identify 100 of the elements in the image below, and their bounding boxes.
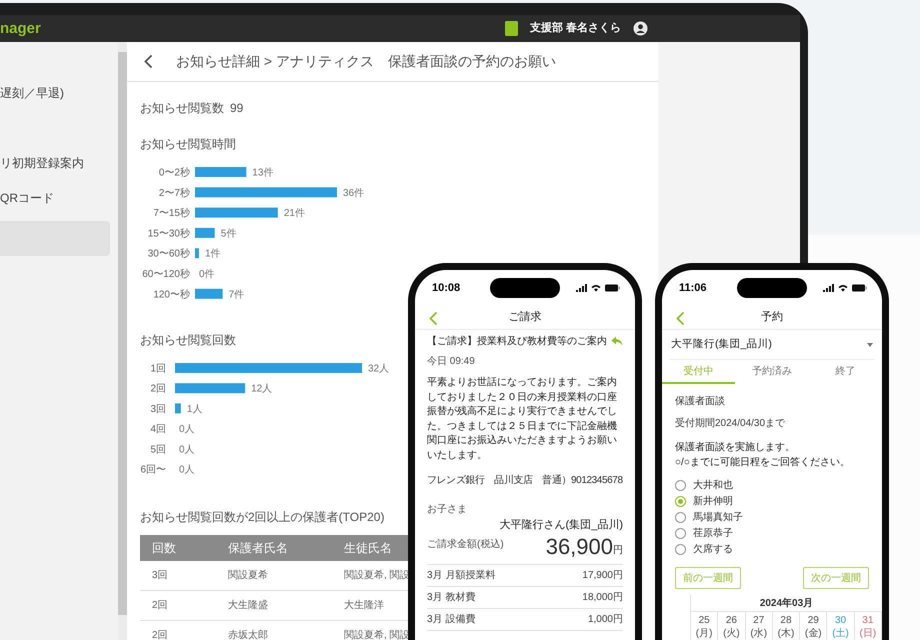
back-icon[interactable] [144,55,152,68]
axis-label: 60〜120秒 [142,269,190,280]
column-header: 生徒氏名 [343,540,393,557]
calendar-day[interactable]: 28 (木) [772,612,800,640]
sidebar-item[interactable]: リ初期登録案内 [0,145,118,180]
bank-account: フレンズ銀行 品川支店 普通）9012345678 [427,474,623,488]
table-cell-text: 2回 [151,629,169,640]
bar [175,383,246,394]
battery-icon [852,284,867,292]
sidebar-item[interactable]: QRコード [0,180,118,215]
data-label: 1件 [204,248,220,260]
option-label[interactable]: 欠席する [693,542,733,556]
axis-label: 5回 [150,444,166,456]
tab[interactable]: 終了 [808,360,882,384]
data-label: 0人 [179,464,195,476]
data-label: 7件 [228,289,244,300]
status-time: 10:08 [432,280,460,296]
table-title: お知らせ閲覧回数が2回以上の保護者(TOP20) [140,510,384,524]
option-label[interactable]: 大井和也 [693,478,733,492]
axis-label: 3回 [150,404,166,415]
amount-label: ご請求金額(税込) [427,538,504,552]
child-label: お子さま [427,503,468,517]
bar [195,248,199,258]
wifi-icon [591,284,601,292]
axis-label: 7〜15秒 [153,208,190,220]
views-count: 99 [230,100,244,117]
screen-title: ご請求 [508,310,542,326]
data-label: 5件 [220,228,236,240]
fee-name: 3月 教材費 [427,590,476,604]
reply-icon[interactable] [611,336,623,346]
tab[interactable]: 予約済み [735,360,809,384]
screen-title: 予約 [761,310,783,326]
signal-icon [823,284,834,292]
calendar-day[interactable]: 25 (月) [691,612,718,640]
deadline-text: 受付期間2024/04/30まで [675,416,786,430]
data-label: 1人 [186,404,202,415]
option-label[interactable]: 馬場真知子 [693,510,743,524]
chart-title: お知らせ閲覧時間 [140,137,236,151]
signal-icon [576,284,587,292]
radio-button[interactable] [675,512,686,522]
status-time: 11:06 [679,280,707,296]
app-name: nager [0,21,42,36]
table-cell-text: 関設夏希, 関設 [343,628,408,640]
sidebar-item[interactable]: 遅刻／早退) [0,75,118,110]
page-title: お知らせ詳細 > アナリティクス 保護者面談の予約のお願い [176,52,556,71]
event-message: 保護者面談を実施します。 ○/○までに可能日程をご回答ください。 [675,440,851,470]
user-icon[interactable] [633,21,648,36]
axis-label: 2〜7秒 [158,188,190,199]
message-date: 今日 09:49 [427,354,476,368]
calendar-day[interactable]: 29 (金) [800,612,828,640]
radio-button[interactable] [675,528,686,538]
child-name: 大平隆行さん(集団_品川) [500,518,623,533]
fee-amount: 18,000円 [582,590,623,604]
axis-label: 15〜30秒 [148,228,190,240]
bar [195,288,223,299]
table-cell-text: 大生隆洋 [343,598,385,613]
table-cell-text: 2回 [151,599,169,613]
option-label[interactable]: 荏原恭子 [693,526,733,540]
axis-label: 0〜2秒 [158,168,190,178]
wifi-icon [838,284,848,292]
scrollbar[interactable] [118,52,127,615]
column-header: 保護者氏名 [227,540,289,557]
user-name: 支援部 春名さくら [530,20,621,36]
caret-icon [867,342,873,346]
axis-label: 4回 [150,424,166,436]
currency-label: 円 [613,544,623,558]
message-body: 平素よりお世話になっております。ご案内しておりました２０日の来月授業料の口座振替が残高不足により実行できませんでした。つきましては２５日までに下記金融機関口座にお振込みいただきますようお願いいたします。 [427,376,618,462]
calendar-month: 2024年03月 [691,595,882,612]
total-amount: 36,900 [546,534,613,560]
calendar-day[interactable]: 26 (火) [718,612,746,640]
data-label: 0件 [199,269,215,280]
calendar-day[interactable]: 27 (水) [746,612,773,640]
table-cell-text: 関設夏希, 関設 [343,568,408,583]
radio-button[interactable] [675,480,686,490]
axis-label: 6回〜 [140,464,166,476]
axis-label: 2回 [150,384,166,395]
bar [195,228,215,238]
data-label: 0人 [179,424,195,436]
student-select[interactable]: 大平隆行(集団_品川) [669,330,875,360]
fee-name: 3月 月額授業料 [427,568,496,582]
battery-icon [605,284,620,292]
data-label: 13件 [252,168,274,178]
radio-button[interactable] [675,496,686,506]
axis-label: 120〜秒 [153,289,190,300]
camera-notch [737,278,807,298]
bar [175,403,181,414]
option-label[interactable]: 新井伸明 [693,494,733,508]
camera-notch [490,278,560,298]
table-cell-text: 3回 [151,569,169,583]
table-cell-text: 大生隆盛 [227,598,269,613]
chart-title: お知らせ閲覧回数 [140,333,236,347]
radio-button[interactable] [675,544,686,554]
fee-amount: 17,900円 [582,568,623,582]
column-header: 回数 [151,540,177,557]
views-label: お知らせ閲覧数 [140,100,224,117]
data-label: 36件 [343,188,364,199]
fee-name: 3月 設備費 [427,612,476,626]
data-label: 0人 [179,444,195,456]
event-title: 保護者面談 [675,394,726,408]
bar [195,167,246,177]
